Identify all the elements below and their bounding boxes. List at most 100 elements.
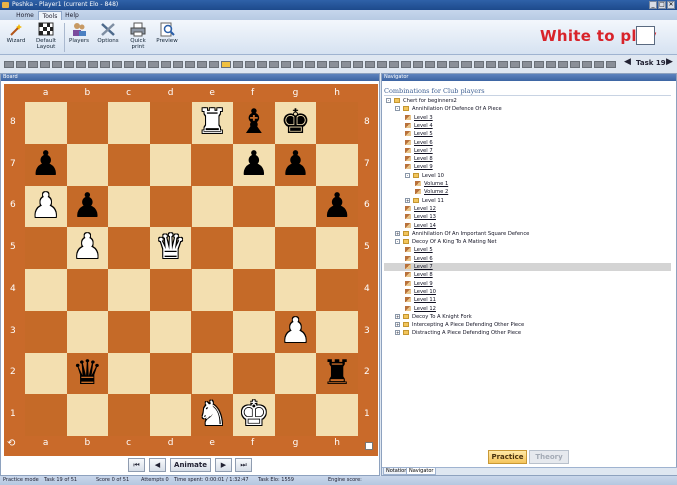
chess-piece-f8[interactable]: ♝ bbox=[233, 102, 275, 143]
board-square-a4[interactable] bbox=[25, 269, 67, 311]
flip-board-icon[interactable]: ⟲ bbox=[7, 438, 15, 449]
task-segment[interactable] bbox=[329, 61, 340, 68]
task-segment[interactable] bbox=[268, 61, 279, 68]
board-square-e5[interactable] bbox=[191, 227, 234, 269]
board-square-c2[interactable] bbox=[108, 352, 150, 395]
task-segment[interactable] bbox=[533, 61, 544, 68]
board-square-g2[interactable] bbox=[274, 352, 317, 395]
task-segment[interactable] bbox=[569, 61, 580, 68]
board-square-d8[interactable] bbox=[149, 102, 192, 144]
chess-piece-f7[interactable]: ♟ bbox=[233, 144, 275, 185]
tree-item[interactable]: Level 3 bbox=[405, 114, 433, 122]
board-square-h8[interactable] bbox=[316, 102, 358, 144]
task-segment[interactable] bbox=[485, 61, 496, 68]
board-square-c4[interactable] bbox=[108, 269, 150, 311]
board-square-f4[interactable] bbox=[233, 269, 275, 311]
next-move-button[interactable]: ▶ bbox=[215, 458, 232, 472]
collapse-icon[interactable]: - bbox=[386, 98, 391, 103]
task-segment[interactable] bbox=[461, 61, 472, 68]
tree-item[interactable]: Level 8 bbox=[405, 155, 433, 163]
task-segment[interactable] bbox=[124, 61, 135, 68]
tree-item[interactable]: Level 4 bbox=[405, 122, 433, 130]
tree-folder[interactable]: - Chert for beginners2 bbox=[386, 97, 457, 105]
board-square-e2[interactable] bbox=[191, 352, 234, 395]
board-square-h4[interactable] bbox=[316, 269, 358, 311]
board-square-c8[interactable] bbox=[108, 102, 150, 144]
chess-piece-g7[interactable]: ♟ bbox=[275, 144, 317, 185]
board-square-a3[interactable] bbox=[25, 310, 67, 353]
board-square-e3[interactable] bbox=[191, 310, 234, 353]
tree-folder[interactable]: + Annihilation Of An Important Square Def… bbox=[395, 230, 529, 238]
board-square-e7[interactable] bbox=[191, 143, 234, 186]
board-square-b8[interactable] bbox=[66, 102, 109, 144]
board-square-c5[interactable] bbox=[108, 227, 150, 269]
task-segment[interactable] bbox=[196, 61, 207, 68]
chess-piece-h6[interactable]: ♟ bbox=[316, 186, 358, 227]
task-segment[interactable] bbox=[136, 61, 147, 68]
chess-piece-h2[interactable]: ♜ bbox=[316, 353, 358, 394]
chess-piece-a7[interactable]: ♟ bbox=[25, 144, 67, 185]
tab-navigator[interactable]: Navigator bbox=[406, 468, 437, 475]
board-square-d3[interactable] bbox=[149, 310, 192, 353]
tree-item[interactable]: Level 8 bbox=[405, 271, 433, 279]
chess-piece-b2[interactable]: ♛ bbox=[67, 353, 109, 394]
board-square-b3[interactable] bbox=[66, 310, 109, 353]
preview-button[interactable]: Preview bbox=[155, 22, 179, 53]
board-square-b1[interactable] bbox=[66, 394, 109, 436]
board-square-a2[interactable] bbox=[25, 352, 67, 395]
board-square-f6[interactable] bbox=[233, 185, 275, 228]
board-square-e4[interactable] bbox=[191, 269, 234, 311]
task-segment[interactable] bbox=[304, 61, 315, 68]
chess-piece-f1[interactable]: ♚ bbox=[233, 394, 275, 435]
tree-item[interactable]: Level 13 bbox=[405, 213, 436, 221]
board-square-a1[interactable] bbox=[25, 394, 67, 436]
tree-folder[interactable]: + Level 11 bbox=[405, 197, 444, 205]
tree-folder[interactable]: + Intercepting A Piece Defending Other Pi… bbox=[395, 321, 524, 329]
task-segment[interactable] bbox=[521, 61, 532, 68]
tree-item[interactable]: Level 5 bbox=[405, 130, 433, 138]
tab-home[interactable]: Home bbox=[12, 11, 38, 20]
tree-item[interactable]: Level 12 bbox=[405, 305, 436, 313]
board-square-c1[interactable] bbox=[108, 394, 150, 436]
collapse-icon[interactable]: - bbox=[395, 106, 400, 112]
board-square-d6[interactable] bbox=[149, 185, 192, 228]
task-segment[interactable] bbox=[52, 61, 63, 68]
tree-item[interactable]: Level 9 bbox=[405, 163, 433, 171]
options-button[interactable]: Options bbox=[96, 22, 120, 53]
collapse-icon[interactable]: - bbox=[405, 172, 410, 178]
task-segment[interactable] bbox=[497, 61, 508, 68]
minimize-button[interactable]: _ bbox=[649, 1, 657, 9]
prev-task-icon[interactable]: ◀ bbox=[624, 57, 631, 67]
task-segment[interactable] bbox=[581, 61, 592, 68]
task-segment[interactable] bbox=[353, 61, 364, 68]
task-segment[interactable] bbox=[545, 61, 556, 68]
board-square-a8[interactable] bbox=[25, 102, 67, 144]
board-square-h7[interactable] bbox=[316, 143, 358, 186]
task-segment[interactable] bbox=[4, 61, 15, 68]
tree-item[interactable]: Level 14 bbox=[405, 222, 436, 230]
board-square-d2[interactable] bbox=[149, 352, 192, 395]
expand-icon[interactable]: + bbox=[395, 313, 400, 319]
default-layout-button[interactable]: Default Layout bbox=[31, 22, 61, 53]
chess-piece-a6[interactable]: ♟ bbox=[25, 186, 67, 227]
tree-item[interactable]: Level 10 bbox=[405, 288, 436, 296]
task-segment[interactable] bbox=[64, 61, 75, 68]
task-segment[interactable] bbox=[557, 61, 568, 68]
task-segment[interactable] bbox=[184, 61, 195, 68]
task-segment[interactable] bbox=[88, 61, 99, 68]
board-square-h3[interactable] bbox=[316, 310, 358, 353]
task-segment[interactable] bbox=[160, 61, 171, 68]
tab-tools[interactable]: Tools bbox=[38, 11, 62, 20]
board-square-a5[interactable] bbox=[25, 227, 67, 269]
wizard-button[interactable]: Wizard bbox=[4, 22, 28, 53]
chess-piece-b5[interactable]: ♟ bbox=[67, 227, 109, 268]
task-segment[interactable] bbox=[28, 61, 39, 68]
tree-item[interactable]: Level 11 bbox=[405, 296, 436, 304]
board-square-c6[interactable] bbox=[108, 185, 150, 228]
tree-item[interactable]: Level 7 bbox=[384, 263, 671, 272]
task-segment[interactable] bbox=[100, 61, 111, 68]
animate-button[interactable]: Animate bbox=[170, 458, 211, 472]
task-segment[interactable] bbox=[256, 61, 267, 68]
last-move-button[interactable]: ⏭ bbox=[235, 458, 252, 472]
tree-item[interactable]: Volume 2 bbox=[415, 188, 448, 196]
